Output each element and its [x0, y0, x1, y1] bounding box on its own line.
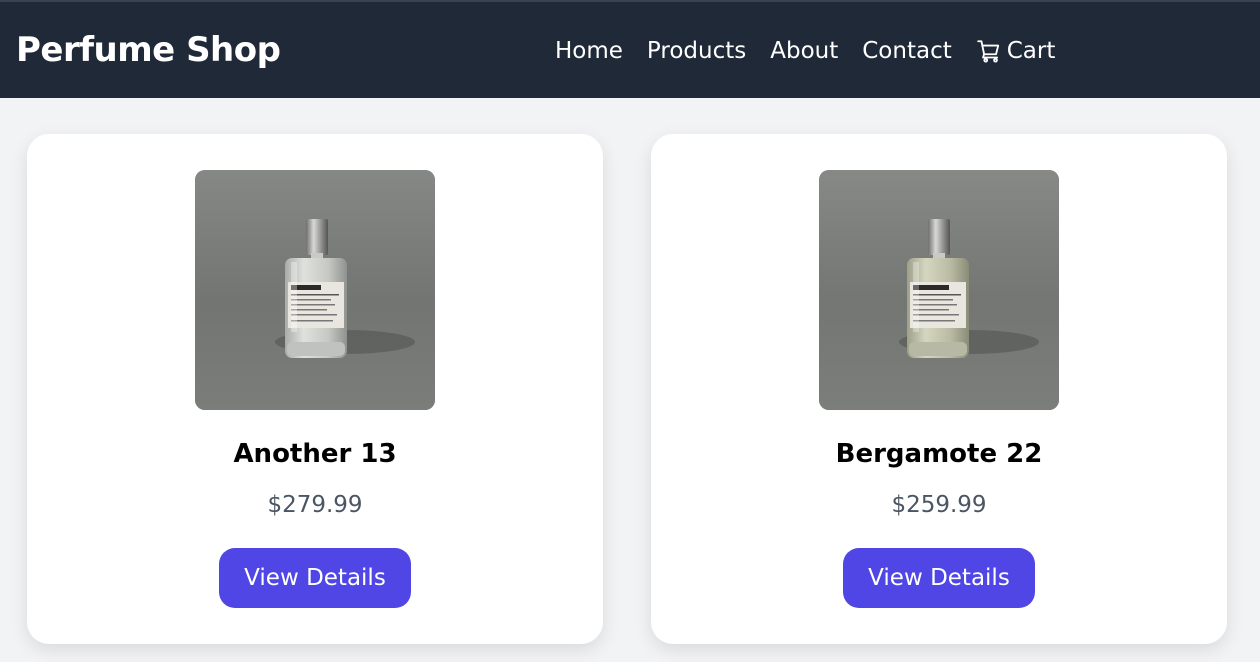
- product-card: Bergamote 22 $259.99 View Details: [651, 134, 1227, 644]
- nav-link-home[interactable]: Home: [555, 35, 623, 67]
- main-navigation: Home Products About Contact Cart: [555, 35, 1055, 67]
- nav-link-about[interactable]: About: [770, 35, 838, 67]
- nav-link-products[interactable]: Products: [647, 35, 746, 67]
- product-price: $279.99: [267, 492, 363, 518]
- navbar: Perfume Shop Home Products About Contact…: [0, 0, 1260, 98]
- product-image: [195, 170, 435, 410]
- product-name: Bergamote 22: [835, 439, 1043, 469]
- nav-link-cart[interactable]: Cart: [976, 35, 1056, 67]
- view-details-button[interactable]: View Details: [219, 548, 411, 608]
- product-price: $259.99: [891, 492, 987, 518]
- cart-link-label: Cart: [1006, 38, 1056, 64]
- product-card: Another 13 $279.99 View Details: [27, 134, 603, 644]
- shopping-cart-icon: [976, 38, 1002, 64]
- nav-link-contact[interactable]: Contact: [862, 35, 951, 67]
- product-image: [819, 170, 1059, 410]
- site-brand[interactable]: Perfume Shop: [16, 28, 281, 72]
- product-name: Another 13: [233, 439, 397, 469]
- view-details-button[interactable]: View Details: [843, 548, 1035, 608]
